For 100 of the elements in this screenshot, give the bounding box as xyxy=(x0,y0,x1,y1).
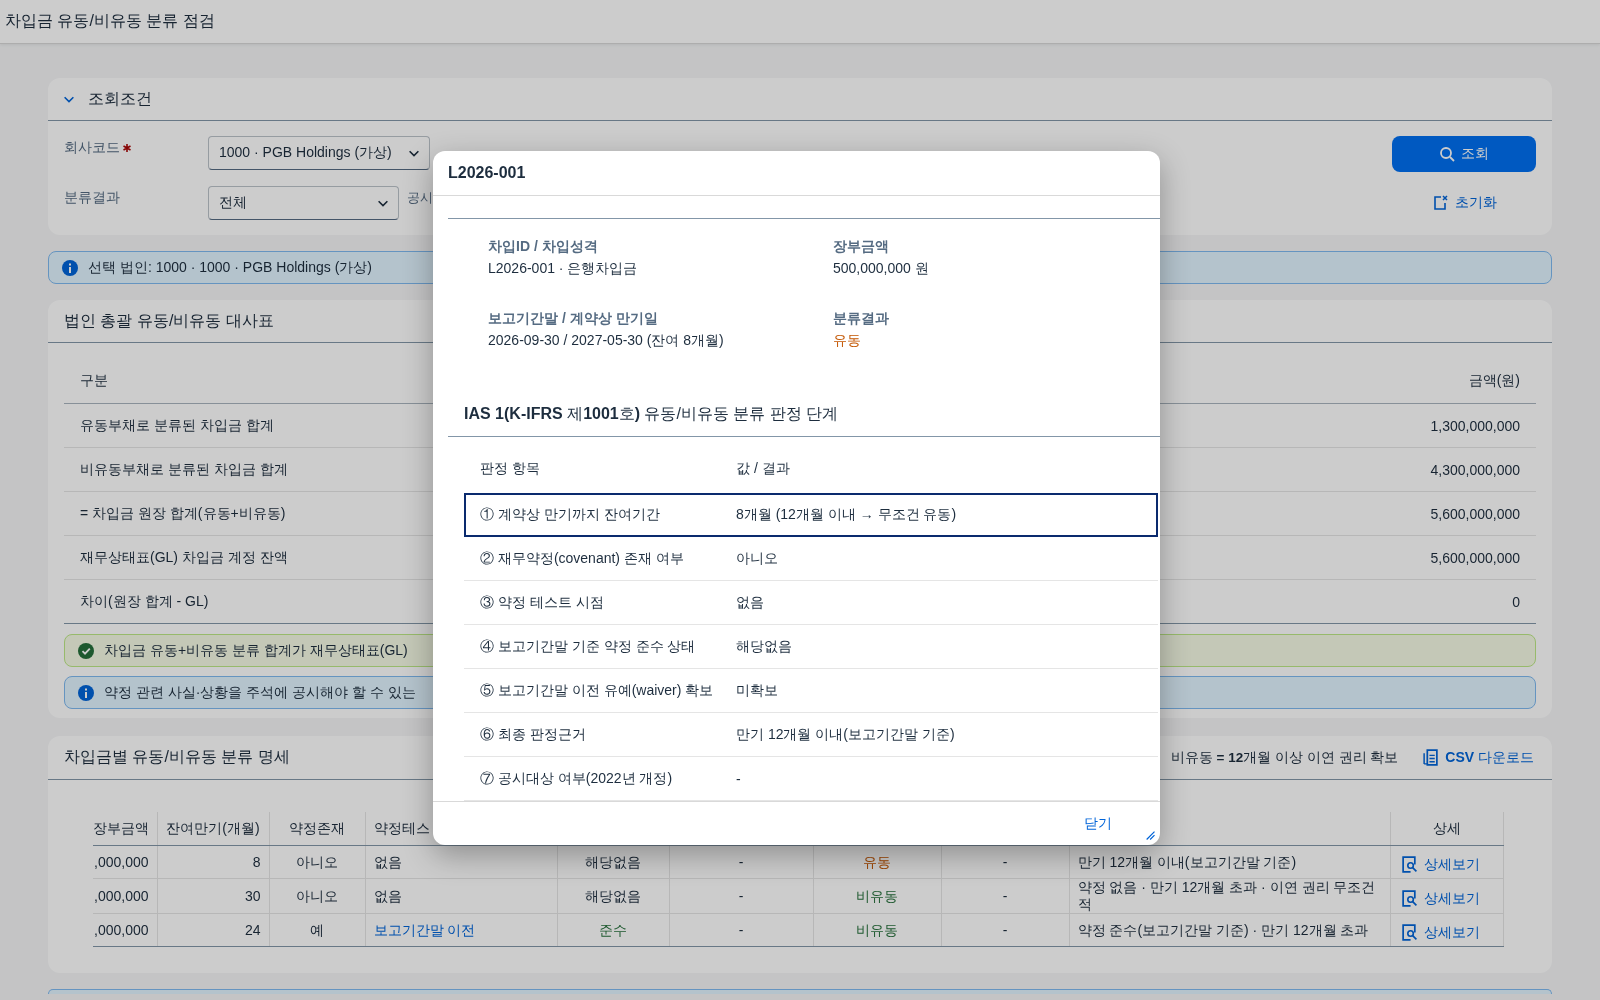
table-row[interactable]: ⑥ 최종 판정근거 만기 12개월 이내(보고기간말 기준) xyxy=(464,713,1158,757)
table-cell-text: ⑤ 보고기간말 이전 유예(waiver) 확보 xyxy=(479,681,715,700)
table-cell-text: ④ 보고기간말 기준 약정 준수 상태 xyxy=(479,637,697,656)
table-cell: ,000,000 xyxy=(94,887,149,904)
table-row[interactable]: ② 재무약정(covenant) 존재 여부 아니오 xyxy=(464,537,1158,581)
table-cell: 4,300,000,000 xyxy=(1430,461,1520,478)
table-cell: 만기 12개월 이내(보고기간말 기준) xyxy=(1077,853,1297,870)
table-cell: 30 xyxy=(244,887,261,904)
field-label: 장부금액 xyxy=(833,237,890,256)
field-label: 회사코드 xyxy=(64,139,120,157)
table-cell: 만기 12개월 이내(보고기간말 기준) xyxy=(736,725,955,744)
document-search-icon xyxy=(1400,855,1418,873)
document-icon xyxy=(1422,749,1440,766)
column-header: 장부금액 xyxy=(93,820,149,836)
field-label: 차입ID / 차입성격 xyxy=(488,237,599,256)
select-field[interactable]: 1000 · PGB Holdings (가상) xyxy=(208,136,430,170)
column-header: 약정테스 xyxy=(373,820,430,836)
table-cell: 아니오 xyxy=(736,549,778,568)
text-link[interactable]: 보고기간말 이전 xyxy=(373,921,476,938)
table-cell: - xyxy=(736,770,741,787)
table-row[interactable]: ① 계약상 만기까지 잔여기간 8개월 (12개월 이내 → 무조건 유동) xyxy=(464,493,1158,537)
detail-link[interactable]: 상세보기 xyxy=(1390,851,1480,873)
table-cell: ,000,000 xyxy=(94,921,149,938)
field-label: 분류결과 xyxy=(833,309,890,328)
table-cell: - xyxy=(1002,921,1008,938)
field-value: 2026-09-30 / 2027-05-30 (잔여 8개월) xyxy=(488,331,725,350)
table-cell: 미확보 xyxy=(736,681,778,700)
detail-link[interactable]: 상세보기 xyxy=(1390,919,1480,941)
table-cell-text: ③ 약정 테스트 시점 xyxy=(479,593,605,612)
panel-title: 법인 총괄 유동/비유동 대사표 xyxy=(64,310,274,331)
field-label: 보고기간말 / 계약상 만기일 xyxy=(488,309,659,328)
column-header: 상세 xyxy=(1432,820,1461,836)
check-circle-icon xyxy=(78,642,94,659)
table-row[interactable]: ⑦ 공시대상 여부(2022년 개정) - xyxy=(464,757,1158,801)
table-row[interactable]: ⑤ 보고기간말 이전 유예(waiver) 확보 미확보 xyxy=(464,669,1158,713)
table-cell: - xyxy=(738,887,744,904)
table-cell: ,000,000 xyxy=(94,853,149,870)
table-cell-text: ① 계약상 만기까지 잔여기간 xyxy=(479,506,661,524)
panel-title: 차입금별 유동/비유동 분류 명세 xyxy=(64,747,290,767)
table-cell: - xyxy=(1002,853,1008,870)
table-cell: = 차입금 원장 합계(유동+비유동) xyxy=(80,504,286,521)
table-cell: 예 xyxy=(310,921,324,938)
table-cell: 해당없음 xyxy=(585,887,641,904)
table-cell: 24 xyxy=(244,921,261,938)
page-title: 차입금 유동/비유동 분류 점검 xyxy=(5,11,215,31)
table-cell: 유동부채로 분류된 차입금 합계 xyxy=(80,416,274,433)
field-label: 공시 xyxy=(407,189,433,207)
table-cell: - xyxy=(1002,887,1008,904)
search-icon xyxy=(1439,146,1455,162)
field-value: L2026-001 · 은행차입금 xyxy=(488,259,639,278)
status-text: 유동 xyxy=(863,853,891,870)
status-text: 유동 xyxy=(833,331,862,350)
document-search-icon xyxy=(1400,889,1418,907)
table-cell: 약정 없음 · 만기 12개월 초과 · 이연 권리 무조건적 xyxy=(1077,879,1376,912)
resize-handle-icon[interactable] xyxy=(1144,829,1158,843)
reset-button[interactable]: 초기화 xyxy=(1431,194,1497,212)
dialog-title: L2026-001 xyxy=(448,164,526,182)
table-cell: 없음 xyxy=(736,593,764,612)
table-cell: 재무상태표(GL) 차입금 계정 잔액 xyxy=(80,548,288,565)
table-cell: 0 xyxy=(1512,593,1520,610)
reset-icon xyxy=(1431,195,1448,211)
column-header: 판정 항목 xyxy=(479,460,541,478)
info-icon xyxy=(62,259,78,276)
table-cell: 차이(원장 합계 - GL) xyxy=(80,592,209,609)
field-value: 500,000,000 원 xyxy=(833,259,930,278)
table-cell: 없음 xyxy=(373,853,402,870)
csv-download-button[interactable]: CSV 다운로드 xyxy=(1422,748,1534,767)
table-row[interactable]: ④ 보고기간말 기준 약정 준수 상태 해당없음 xyxy=(464,625,1158,669)
status-text: 비유동 xyxy=(856,921,898,938)
message-text: 선택 법인: 1000 · 1000 · PGB Holdings (가상) xyxy=(88,258,372,277)
table-row[interactable]: ③ 약정 테스트 시점 없음 xyxy=(464,581,1158,625)
info-icon xyxy=(78,684,94,701)
table-cell: 없음 xyxy=(373,887,402,904)
table-cell: 1,300,000,000 xyxy=(1430,417,1520,434)
message-text: 약정 관련 사실·상황을 주석에 공시해야 할 수 있는 xyxy=(104,683,416,702)
panel-title: 조회조건 xyxy=(88,88,152,109)
table-cell: - xyxy=(738,853,744,870)
section-title: IAS 1(K-IFRS 제1001호) 유동/비유동 분류 판정 단계 xyxy=(448,394,1160,437)
column-header: 잔여만기(개월) xyxy=(166,820,260,836)
table-cell: 8 xyxy=(252,853,261,870)
column-header: 구분 xyxy=(80,372,108,388)
table-cell: 약정 준수(보고기간말 기준) · 만기 12개월 초과 xyxy=(1077,921,1369,938)
table-cell: 해당없음 xyxy=(736,637,792,656)
table-cell: 아니오 xyxy=(296,887,338,904)
table-cell-text: ② 재무약정(covenant) 존재 여부 xyxy=(479,549,685,568)
search-button[interactable]: 조회 xyxy=(1392,136,1536,172)
close-button[interactable]: 닫기 xyxy=(1076,810,1120,837)
legend-text: 비유동 = 12개월 이상 이연 권리 확보 xyxy=(1170,748,1399,767)
select-field[interactable]: 전체 xyxy=(208,186,399,220)
table-cell: 해당없음 xyxy=(585,853,641,870)
column-header: 값 / 결과 xyxy=(736,460,790,478)
required-icon xyxy=(123,144,131,152)
detail-link[interactable]: 상세보기 xyxy=(1390,885,1480,907)
column-header: 약정존재 xyxy=(289,820,345,836)
status-text: 준수 xyxy=(599,921,627,938)
table-cell: - xyxy=(738,921,744,938)
table-cell: 5,600,000,000 xyxy=(1430,549,1520,566)
table-cell: 아니오 xyxy=(296,853,338,870)
table-cell: 5,600,000,000 xyxy=(1430,505,1520,522)
field-label: 분류결과 xyxy=(64,189,120,207)
